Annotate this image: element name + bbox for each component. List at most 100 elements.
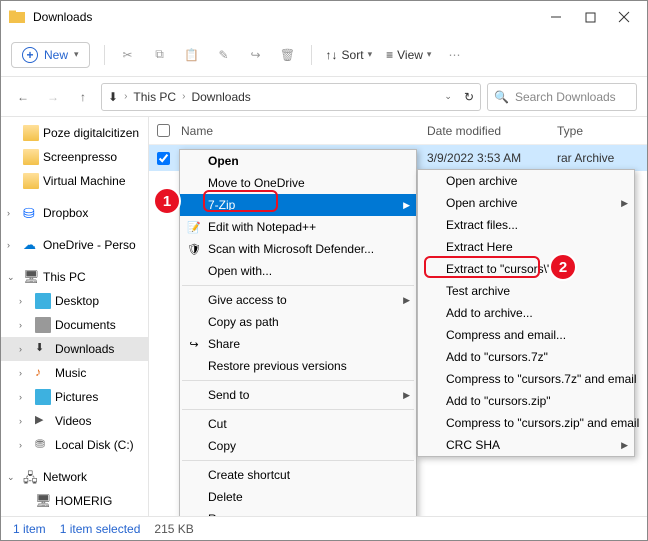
sidebar-item-vm[interactable]: Virtual Machine xyxy=(1,169,148,193)
rename-icon[interactable]: ✎ xyxy=(215,46,233,64)
divider xyxy=(182,380,414,381)
chevron-right-icon: ▶ xyxy=(621,198,628,209)
more-button[interactable]: ⋯ xyxy=(445,46,463,64)
col-name[interactable]: Name xyxy=(177,124,427,138)
share-icon[interactable]: ↪ xyxy=(247,46,265,64)
network-icon: 🖧 xyxy=(23,469,39,485)
sub-comp7z[interactable]: Compress to "cursors.7z" and email xyxy=(418,368,634,390)
sub-addarchive[interactable]: Add to archive... xyxy=(418,302,634,324)
crumb-thispc[interactable]: This PC xyxy=(133,90,176,104)
sidebar-item-homerig[interactable]: 🖥HOMERIG xyxy=(1,489,148,513)
ctx-onedrive[interactable]: Move to OneDrive xyxy=(180,172,416,194)
cut-icon[interactable]: ✂ xyxy=(119,46,137,64)
sub-test[interactable]: Test archive xyxy=(418,280,634,302)
up-button[interactable]: ↑ xyxy=(71,85,95,109)
folder-icon xyxy=(9,9,25,25)
sub-compress[interactable]: Compress and email... xyxy=(418,324,634,346)
ctx-open[interactable]: Open xyxy=(180,150,416,172)
row-checkbox[interactable] xyxy=(157,152,170,165)
sub-addzip[interactable]: Add to "cursors.zip" xyxy=(418,390,634,412)
divider xyxy=(182,285,414,286)
paste-icon[interactable]: 📋 xyxy=(183,46,201,64)
sidebar-item-network[interactable]: ⌄🖧Network xyxy=(1,465,148,489)
sidebar-item-documents[interactable]: ›Documents xyxy=(1,313,148,337)
ctx-access[interactable]: Give access to▶ xyxy=(180,289,416,311)
status-items: 1 item xyxy=(13,522,46,536)
sub-extracthere[interactable]: Extract Here xyxy=(418,236,634,258)
refresh-icon[interactable]: ↻ xyxy=(464,90,474,104)
sidebar-item-desktop[interactable]: ›Desktop xyxy=(1,289,148,313)
crumb-downloads[interactable]: Downloads xyxy=(191,90,250,104)
ctx-7zip[interactable]: 7-Zip▶ xyxy=(180,194,416,216)
new-button[interactable]: + New ▾ xyxy=(11,42,90,68)
ctx-delete[interactable]: Delete xyxy=(180,486,416,508)
sidebar-item-downloads[interactable]: ›⬇Downloads xyxy=(1,337,148,361)
documents-icon xyxy=(35,317,51,333)
forward-button[interactable]: → xyxy=(41,85,65,109)
minimize-button[interactable] xyxy=(549,10,563,24)
status-bar: 1 item 1 item selected 215 KB xyxy=(1,516,647,540)
sub-openarchive[interactable]: Open archive xyxy=(418,170,634,192)
ctx-cut[interactable]: Cut xyxy=(180,413,416,435)
view-button[interactable]: ≡ View ▾ xyxy=(386,48,431,62)
search-input[interactable]: 🔍 Search Downloads xyxy=(487,83,637,111)
ctx-restore[interactable]: Restore previous versions xyxy=(180,355,416,377)
shield-icon: 🛡 xyxy=(186,241,202,257)
sidebar-item-pictures[interactable]: ›Pictures xyxy=(1,385,148,409)
ctx-shortcut[interactable]: Create shortcut xyxy=(180,464,416,486)
sub-extractto[interactable]: Extract to "cursors\" xyxy=(418,258,634,280)
ctx-copypath[interactable]: Copy as path xyxy=(180,311,416,333)
maximize-button[interactable] xyxy=(583,10,597,24)
folder-icon xyxy=(23,125,39,141)
file-type: rar Archive xyxy=(557,151,647,165)
chevron-down-icon[interactable]: ⌄ xyxy=(444,91,452,102)
divider xyxy=(311,45,312,65)
sidebar-item-onedrive[interactable]: ›☁OneDrive - Perso xyxy=(1,233,148,257)
sidebar-item-thispc[interactable]: ⌄🖥This PC xyxy=(1,265,148,289)
sidebar-item-screenpresso[interactable]: Screenpresso xyxy=(1,145,148,169)
status-size: 215 KB xyxy=(154,522,193,536)
dropbox-icon: ⛁ xyxy=(23,205,39,221)
sidebar-item-videos[interactable]: ›▶Videos xyxy=(1,409,148,433)
sidebar-item-disk[interactable]: ›⛃Local Disk (C:) xyxy=(1,433,148,457)
close-button[interactable] xyxy=(617,10,631,24)
sub-openarchive2[interactable]: Open archive▶ xyxy=(418,192,634,214)
sub-extractfiles[interactable]: Extract files... xyxy=(418,214,634,236)
ctx-rename[interactable]: Rename xyxy=(180,508,416,516)
new-label: New xyxy=(44,48,68,62)
sub-add7z[interactable]: Add to "cursors.7z" xyxy=(418,346,634,368)
breadcrumb[interactable]: ⬇ › This PC › Downloads ⌄ ↻ xyxy=(101,83,481,111)
toolbar: + New ▾ ✂ ⧉ 📋 ✎ ↪ 🗑 ↑↓ Sort ▾ ≡ View ▾ ⋯ xyxy=(1,33,647,77)
share-icon: ↪ xyxy=(186,336,202,352)
ctx-copy[interactable]: Copy xyxy=(180,435,416,457)
folder-icon xyxy=(23,149,39,165)
delete-icon[interactable]: 🗑 xyxy=(279,46,297,64)
back-button[interactable]: ← xyxy=(11,85,35,109)
file-list: Name Date modified Type 3/9/2022 3:53 AM… xyxy=(149,117,647,516)
chevron-down-icon: ▾ xyxy=(74,49,79,60)
sub-compzip[interactable]: Compress to "cursors.zip" and email xyxy=(418,412,634,434)
select-all-checkbox[interactable] xyxy=(157,124,170,137)
sidebar-item-poze[interactable]: Poze digitalcitizen xyxy=(1,121,148,145)
explorer-window: Downloads + New ▾ ✂ ⧉ 📋 ✎ ↪ 🗑 ↑↓ Sort ▾ … xyxy=(0,0,648,541)
music-icon: ♪ xyxy=(35,365,51,381)
copy-icon[interactable]: ⧉ xyxy=(151,46,169,64)
sidebar-item-music[interactable]: ›♪Music xyxy=(1,361,148,385)
cloud-icon: ☁ xyxy=(23,237,39,253)
sub-crc[interactable]: CRC SHA▶ xyxy=(418,434,634,456)
disk-icon: ⛃ xyxy=(35,437,51,453)
col-type[interactable]: Type xyxy=(557,124,647,138)
ctx-notepad[interactable]: 📝Edit with Notepad++ xyxy=(180,216,416,238)
annotation-badge-2: 2 xyxy=(549,253,577,281)
sort-button[interactable]: ↑↓ Sort ▾ xyxy=(326,48,373,62)
ctx-openwith[interactable]: Open with... xyxy=(180,260,416,282)
context-menu: Open Move to OneDrive 7-Zip▶ 📝Edit with … xyxy=(179,149,417,516)
ctx-sendto[interactable]: Send to▶ xyxy=(180,384,416,406)
file-date: 3/9/2022 3:53 AM xyxy=(427,151,557,165)
col-date[interactable]: Date modified xyxy=(427,124,557,138)
sidebar-item-dropbox[interactable]: ›⛁Dropbox xyxy=(1,201,148,225)
ctx-defender[interactable]: 🛡Scan with Microsoft Defender... xyxy=(180,238,416,260)
annotation-badge-1: 1 xyxy=(153,187,181,215)
search-icon: 🔍 xyxy=(494,90,509,104)
ctx-share[interactable]: ↪Share xyxy=(180,333,416,355)
